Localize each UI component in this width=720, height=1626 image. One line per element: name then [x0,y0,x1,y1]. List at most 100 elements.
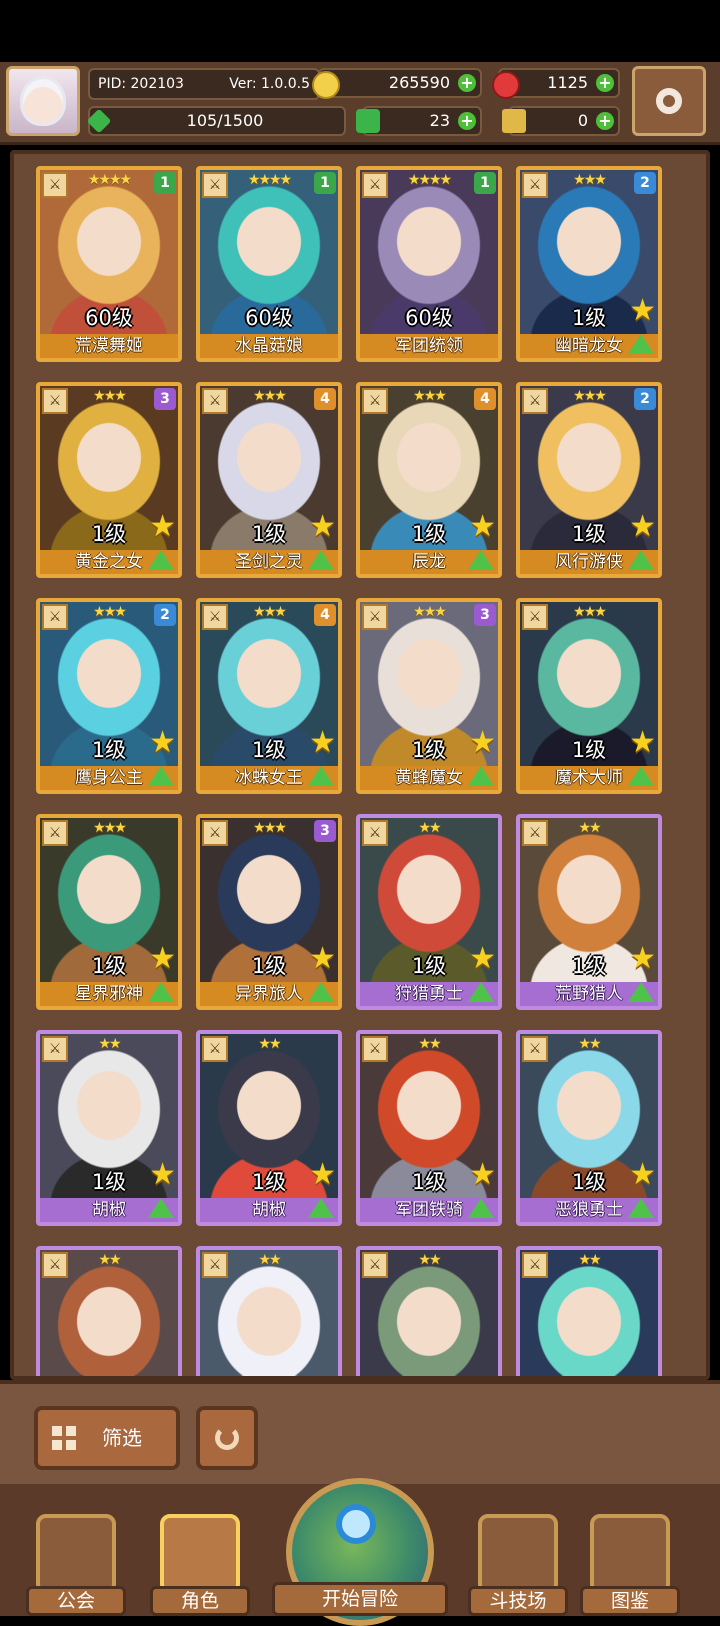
rarity-stars: ★★ [578,1252,601,1268]
star-upgrade-icon: ★ [149,1157,176,1192]
level-up-arrow-icon [148,766,174,786]
energy-bar: 105/1500 [86,106,346,136]
player-id: PID: 202103 [98,76,184,92]
character-card[interactable]: ⚔ ★★ 1级 胡椒 ★ [36,1030,182,1226]
star-upgrade-icon: ★ [629,941,656,976]
level-up-arrow-icon [628,334,654,354]
star-upgrade-icon: ★ [629,509,656,544]
filter-label: 筛选 [102,1426,142,1450]
character-name: 军团统领 [360,334,498,358]
gold-counter: 265590 + [312,68,482,99]
character-card[interactable]: ⚔ ★★ [196,1246,342,1376]
star-upgrade-icon: ★ [309,509,336,544]
gear-icon [656,88,682,114]
rarity-stars: ★★ [98,1252,121,1268]
character-card[interactable]: ⚔ ★★★ 1级 星界邪神 ★ [36,814,182,1010]
level-up-arrow-icon [628,766,654,786]
character-card[interactable]: ⚔ ★★★★ 1 60级 军团统领 [356,166,502,362]
level-up-arrow-icon [468,982,494,1002]
rarity-stars: ★★★ [93,820,127,836]
add-key-button[interactable]: + [596,112,614,130]
top-bar: PID: 202103 Ver: 1.0.0.5 265590 + 1125 +… [0,62,720,145]
level-up-arrow-icon [308,1198,334,1218]
character-level: 60级 [85,306,133,330]
star-upgrade-icon: ★ [149,725,176,760]
class-badge: 1 [474,172,496,194]
avatar-face [20,76,66,126]
star-upgrade-icon: ★ [469,725,496,760]
level-up-arrow-icon [308,550,334,570]
player-avatar[interactable] [6,66,80,136]
star-upgrade-icon: ★ [309,941,336,976]
class-badge: 3 [474,604,496,626]
level-up-arrow-icon [308,766,334,786]
character-card[interactable]: ⚔ ★★ [36,1246,182,1376]
star-upgrade-icon: ★ [469,509,496,544]
class-badge: 3 [154,388,176,410]
game-version: Ver: 1.0.0.5 [229,76,310,92]
nav-arena[interactable]: 斗技场 [468,1506,578,1616]
character-level: 60级 [405,306,453,330]
class-badge: 1 [314,172,336,194]
rarity-stars: ★★ [258,1252,281,1268]
character-card[interactable]: ⚔ ★★★ 3 1级 异界旅人 ★ [196,814,342,1010]
level-up-arrow-icon [148,982,174,1002]
reset-button[interactable] [196,1406,258,1470]
character-card[interactable]: ⚔ ★★★ 2 1级 鹰身公主 ★ [36,598,182,794]
character-card[interactable]: ⚔ ★★ 1级 狩猎勇士 ★ [356,814,502,1010]
character-card[interactable]: ⚔ ★★★ 4 1级 辰龙 ★ [356,382,502,578]
character-card[interactable]: ⚔ ★★ 1级 荒野猎人 ★ [516,814,662,1010]
character-card[interactable]: ⚔ ★★★ 3 1级 黄蜂魔女 ★ [356,598,502,794]
nav-adventure-label: 开始冒险 [272,1582,448,1616]
add-clover-button[interactable]: + [458,112,476,130]
class-badge: 4 [314,388,336,410]
character-card[interactable]: ⚔ ★★★ 2 1级 幽暗龙女 ★ [516,166,662,362]
level-up-arrow-icon [468,1198,494,1218]
rarity-stars: ★★ [98,1036,121,1052]
rarity-stars: ★★ [258,1036,281,1052]
gold-coin-icon [312,71,340,99]
character-card[interactable]: ⚔ ★★★★ 1 60级 荒漠舞姬 [36,166,182,362]
character-card[interactable]: ⚔ ★★ [516,1246,662,1376]
star-upgrade-icon: ★ [469,941,496,976]
character-card[interactable]: ⚔ ★★ [356,1246,502,1376]
nav-guild[interactable]: 公会 [26,1506,136,1616]
grid-icon [52,1426,76,1450]
star-upgrade-icon: ★ [149,509,176,544]
key-counter: 0 + [502,106,620,136]
settings-button[interactable] [632,66,706,136]
character-name: 水晶菇娘 [200,334,338,358]
level-up-arrow-icon [468,766,494,786]
character-card[interactable]: ⚔ ★★★★ 1 60级 水晶菇娘 [196,166,342,362]
book-icon [590,1514,670,1594]
bottom-nav: 公会 角色 开始冒险 斗技场 图鉴 [0,1478,720,1626]
crossed-swords-icon [478,1514,558,1594]
star-upgrade-icon: ★ [309,725,336,760]
class-badge: 2 [634,388,656,410]
nav-adventure[interactable]: 开始冒险 [272,1478,448,1626]
character-grid: ⚔ ★★★★ 1 60级 荒漠舞姬 ⚔ ★★★★ 1 60级 水晶菇娘 ⚔ ★★★★ 1 60级 军团统领 ⚔… [10,150,710,1380]
filter-button[interactable]: 筛选 [34,1406,180,1470]
character-card[interactable]: ⚔ ★★★ 4 1级 冰蛛女王 ★ [196,598,342,794]
character-card[interactable]: ⚔ ★★ 1级 军团铁骑 ★ [356,1030,502,1226]
character-card[interactable]: ⚔ ★★★ 4 1级 圣剑之灵 ★ [196,382,342,578]
level-up-arrow-icon [628,982,654,1002]
energy-amount: 105/1500 [186,111,264,130]
character-card[interactable]: ⚔ ★★★ 3 1级 黄金之女 ★ [36,382,182,578]
level-up-arrow-icon [148,1198,174,1218]
star-upgrade-icon: ★ [629,293,656,328]
character-card[interactable]: ⚔ ★★ 1级 恶狼勇士 ★ [516,1030,662,1226]
refresh-icon [215,1426,239,1450]
character-card[interactable]: ⚔ ★★★ 1级 魔术大师 ★ [516,598,662,794]
class-badge: 2 [154,604,176,626]
character-card[interactable]: ⚔ ★★ 1级 胡椒 ★ [196,1030,342,1226]
magnifier-icon [336,1504,376,1544]
character-card[interactable]: ⚔ ★★★ 2 1级 风行游侠 ★ [516,382,662,578]
add-gold-button[interactable]: + [458,74,476,92]
nav-codex[interactable]: 图鉴 [580,1506,690,1616]
class-badge: 2 [634,172,656,194]
class-badge: 1 [154,172,176,194]
nav-roles[interactable]: 角色 [150,1506,260,1616]
add-gems-button[interactable]: + [596,74,614,92]
class-badge: 3 [314,820,336,842]
